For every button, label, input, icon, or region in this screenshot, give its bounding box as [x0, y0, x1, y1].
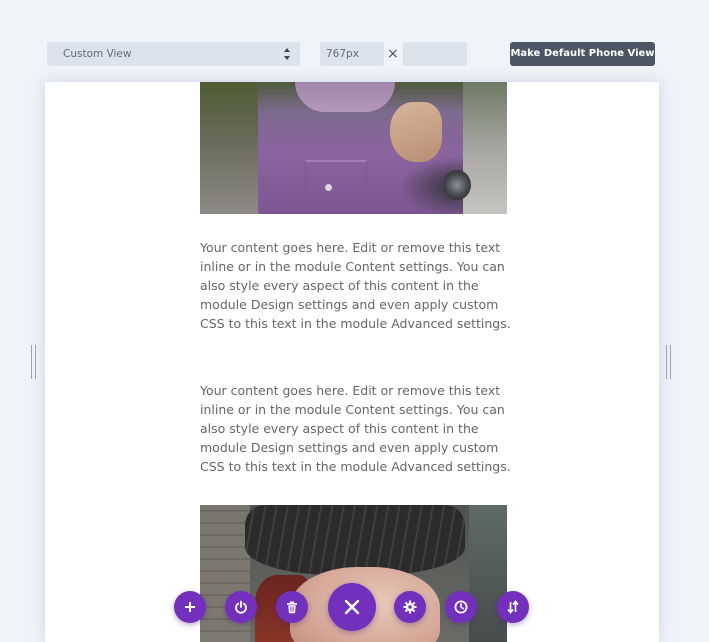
times-sign: ×: [387, 46, 399, 62]
settings-button[interactable]: [394, 591, 426, 623]
sort-arrows-icon: [507, 600, 519, 614]
delete-button[interactable]: [276, 591, 308, 623]
history-button[interactable]: [445, 591, 477, 623]
image-module-top[interactable]: [200, 82, 507, 214]
view-select[interactable]: Custom View: [47, 42, 300, 66]
power-icon: [235, 600, 247, 614]
add-module-button[interactable]: [174, 591, 206, 623]
trash-icon: [287, 601, 297, 613]
text-module-2[interactable]: Your content goes here. Edit or remove t…: [200, 381, 520, 476]
height-input[interactable]: [403, 42, 467, 66]
close-icon: [344, 599, 360, 615]
preview-canvas: Your content goes here. Edit or remove t…: [45, 82, 659, 642]
width-input-value: 767px: [326, 48, 359, 60]
resize-handle-right[interactable]: [666, 345, 671, 379]
view-select-value: Custom View: [63, 48, 132, 60]
sort-arrows-icon: [284, 48, 290, 60]
plus-icon: [185, 602, 195, 612]
resize-handle-left[interactable]: [31, 345, 36, 379]
text-module-1[interactable]: Your content goes here. Edit or remove t…: [200, 238, 520, 333]
reorder-button[interactable]: [497, 591, 529, 623]
make-default-phone-view-button[interactable]: Make Default Phone View: [510, 42, 655, 66]
beanie: [245, 505, 465, 575]
gear-icon: [403, 600, 417, 614]
power-button[interactable]: [225, 591, 257, 623]
width-input[interactable]: 767px: [320, 42, 384, 66]
close-button[interactable]: [328, 583, 376, 631]
clock-icon: [454, 600, 468, 614]
watch: [443, 170, 471, 200]
